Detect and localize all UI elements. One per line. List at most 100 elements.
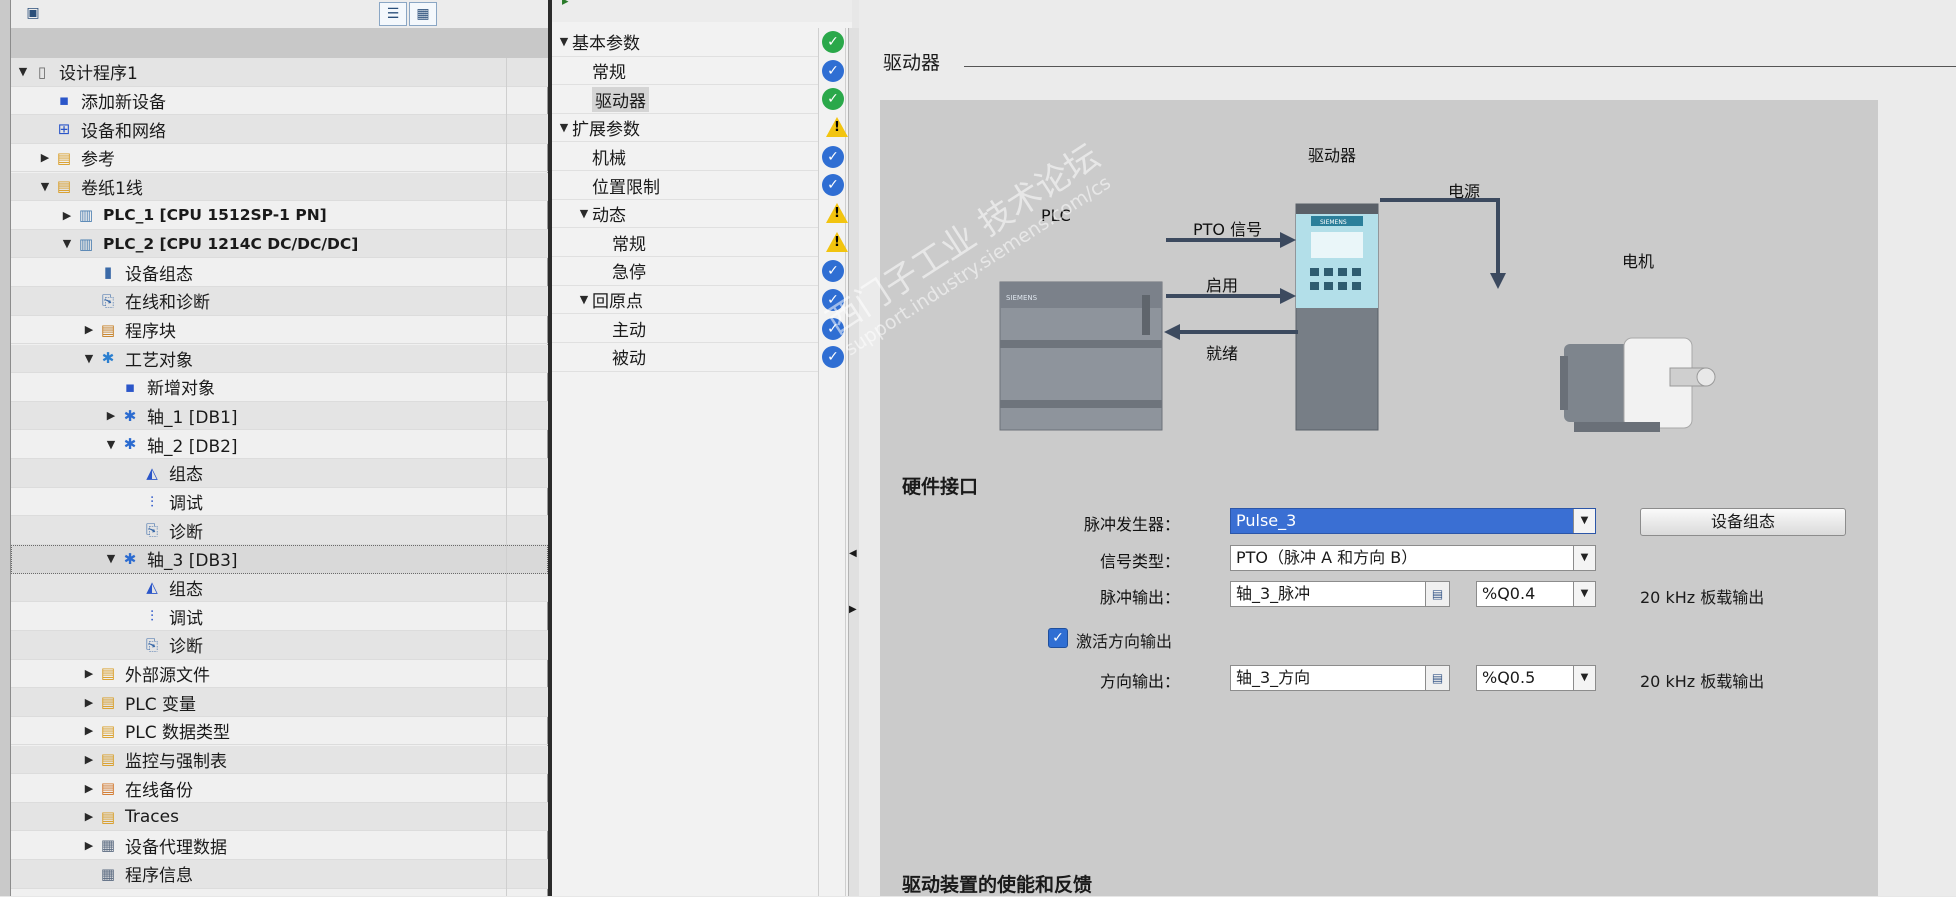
expand-right-icon[interactable]: ▶: [81, 810, 97, 823]
proxy-data-icon: ▦: [100, 836, 116, 855]
tree-item[interactable]: ▼ ✱ 轴_2 [DB2]: [11, 430, 548, 459]
tree-item-label: 设备组态: [125, 264, 193, 285]
nav-item[interactable]: ▼ 基本参数: [552, 28, 818, 57]
pulse-generator-select[interactable]: Pulse_3 ▼: [1230, 508, 1596, 534]
direction-output-checkbox[interactable]: ✓: [1048, 628, 1068, 648]
expand-down-icon[interactable]: ▼: [556, 121, 572, 134]
nav-item[interactable]: 主动: [552, 315, 818, 343]
tree-item[interactable]: ▦ 程序信息: [11, 860, 548, 889]
expand-right-icon[interactable]: ▶: [59, 209, 75, 222]
tree-item[interactable]: ▮ 设备组态: [11, 259, 548, 288]
tag-browse-icon[interactable]: ▤: [1425, 666, 1449, 690]
expand-right-icon[interactable]: ▶: [81, 782, 97, 795]
tree-item[interactable]: ⎘ 在线和诊断: [11, 287, 548, 316]
chevron-down-icon[interactable]: ▼: [1573, 666, 1595, 690]
expand-down-icon[interactable]: ▼: [59, 237, 75, 250]
nav-item[interactable]: 被动: [552, 343, 818, 372]
nav-item[interactable]: ▼ 动态: [552, 200, 818, 229]
tree-item[interactable]: ⊞ 设备和网络: [11, 115, 548, 144]
expand-down-icon[interactable]: ▼: [103, 438, 119, 451]
list-view-icon[interactable]: ☰: [379, 2, 407, 26]
expand-right-icon[interactable]: ▶: [849, 604, 857, 615]
tree-item[interactable]: ▶ ✱ 轴_1 [DB1]: [11, 401, 548, 431]
config-nav-toolbar: ▸: [552, 0, 852, 22]
tree-item[interactable]: ▼ ✱ 轴_3 [DB3]: [11, 545, 548, 574]
tree-item[interactable]: ▼ ▯ 设计程序1: [11, 58, 548, 87]
expand-right-icon[interactable]: ▶: [81, 323, 97, 336]
expand-down-icon[interactable]: ▼: [37, 180, 53, 193]
expand-down-icon[interactable]: ▼: [15, 65, 31, 78]
tree-item[interactable]: ▶ ▤ 在线备份: [11, 774, 548, 803]
expand-right-icon[interactable]: ▶: [81, 667, 97, 680]
tags-icon: ▤: [100, 693, 116, 712]
signal-type-select[interactable]: PTO（脉冲 A 和方向 B） ▼: [1230, 545, 1596, 571]
expand-right-icon[interactable]: ▶: [81, 696, 97, 709]
expand-right-icon[interactable]: ▶: [103, 409, 119, 422]
tree-item[interactable]: ◭ 组态: [11, 573, 548, 603]
tree-item[interactable]: ▼ ▤ 卷纸1线: [11, 172, 548, 202]
tree-item[interactable]: ⎘ 诊断: [11, 631, 548, 660]
tree-item[interactable]: ▶ ▤ 监控与强制表: [11, 745, 548, 775]
chevron-down-icon[interactable]: ▼: [1573, 582, 1595, 606]
pulse-output-address-select[interactable]: %Q0.4 ▼: [1476, 581, 1596, 607]
tree-item[interactable]: ▶ ▦ 设备代理数据: [11, 832, 548, 861]
nav-splitter[interactable]: ◀ ▶: [848, 28, 859, 896]
nav-item[interactable]: 位置限制: [552, 171, 818, 200]
tree-item[interactable]: ▶ ▤ Traces: [11, 802, 548, 832]
tree-item[interactable]: ▼ ✱ 工艺对象: [11, 344, 548, 373]
tree-item[interactable]: ▶ ▤ 程序块: [11, 316, 548, 345]
nav-item[interactable]: 常规: [552, 57, 818, 86]
tree-item[interactable]: ⎘ 诊断: [11, 516, 548, 545]
expand-down-icon[interactable]: ▼: [103, 552, 119, 565]
nav-item[interactable]: 急停: [552, 257, 818, 286]
expand-right-icon[interactable]: ▶: [81, 724, 97, 737]
project-icon[interactable]: ▣: [19, 2, 47, 26]
direction-output-value: 轴_3_方向: [1236, 668, 1311, 687]
axis-icon: ✱: [123, 435, 137, 454]
nav-item[interactable]: 机械: [552, 143, 818, 172]
tree-item[interactable]: ▪ 添加新设备: [11, 87, 548, 116]
tree-item[interactable]: ▼ ▥ PLC_2 [CPU 1214C DC/DC/DC]: [11, 229, 548, 259]
tree-item[interactable]: ▶ ▤ PLC 变量: [11, 688, 548, 717]
direction-output-address-select[interactable]: %Q0.5 ▼: [1476, 665, 1596, 691]
tree-item-label: 在线和诊断: [125, 293, 210, 314]
direction-output-input[interactable]: 轴_3_方向 ▤: [1230, 665, 1450, 691]
motor-graphic: [1560, 337, 1716, 432]
nav-item[interactable]: ▼ 回原点: [552, 286, 818, 315]
expand-down-icon[interactable]: ▼: [81, 352, 97, 365]
pto-arrow-head: [1280, 232, 1296, 248]
tree-item-label: 调试: [169, 608, 203, 629]
nav-item[interactable]: 驱动器: [552, 85, 818, 114]
pulse-output-note: 20 kHz 板载输出: [1640, 588, 1765, 607]
nav-item[interactable]: 常规: [552, 229, 818, 258]
chevron-down-icon[interactable]: ▼: [1573, 509, 1595, 533]
pulse-output-input[interactable]: 轴_3_脉冲 ▤: [1230, 581, 1450, 607]
tree-item[interactable]: ◭ 组态: [11, 459, 548, 488]
expand-right-icon[interactable]: ▶: [81, 839, 97, 852]
device-config-button[interactable]: 设备组态: [1640, 508, 1846, 536]
chevron-down-icon[interactable]: ▼: [1573, 546, 1595, 570]
expand-right-icon[interactable]: ▶: [81, 753, 97, 766]
expand-down-icon[interactable]: ▼: [556, 35, 572, 48]
check-info-icon: ✓: [822, 288, 844, 311]
tag-browse-icon[interactable]: ▤: [1425, 582, 1449, 606]
tree-item[interactable]: ⫶ 调试: [11, 488, 548, 517]
collapse-left-icon[interactable]: ◀: [849, 548, 857, 559]
config-icon: ◭: [146, 463, 158, 482]
expand-down-icon[interactable]: ▼: [576, 207, 592, 220]
nav-run-icon[interactable]: ▸: [562, 0, 569, 9]
expand-down-icon[interactable]: ▼: [576, 293, 592, 306]
project-tree-collapse-strip[interactable]: [0, 0, 11, 896]
warning-icon: !: [826, 202, 848, 223]
axis-icon: ✱: [123, 549, 137, 568]
tree-item[interactable]: ▶ ▤ 参考: [11, 144, 548, 173]
tree-item-label: 新增对象: [147, 379, 215, 400]
nav-item[interactable]: ▼ 扩展参数: [552, 114, 818, 143]
tree-item[interactable]: ⫶ 调试: [11, 602, 548, 631]
tree-item[interactable]: ▪ 新增对象: [11, 373, 548, 402]
detail-view-icon[interactable]: ▦: [409, 2, 437, 26]
tree-item[interactable]: ▶ ▥ PLC_1 [CPU 1512SP-1 PN]: [11, 201, 548, 230]
tree-item[interactable]: ▶ ▤ 外部源文件: [11, 660, 548, 689]
expand-right-icon[interactable]: ▶: [37, 151, 53, 164]
tree-item[interactable]: ▶ ▤ PLC 数据类型: [11, 717, 548, 746]
